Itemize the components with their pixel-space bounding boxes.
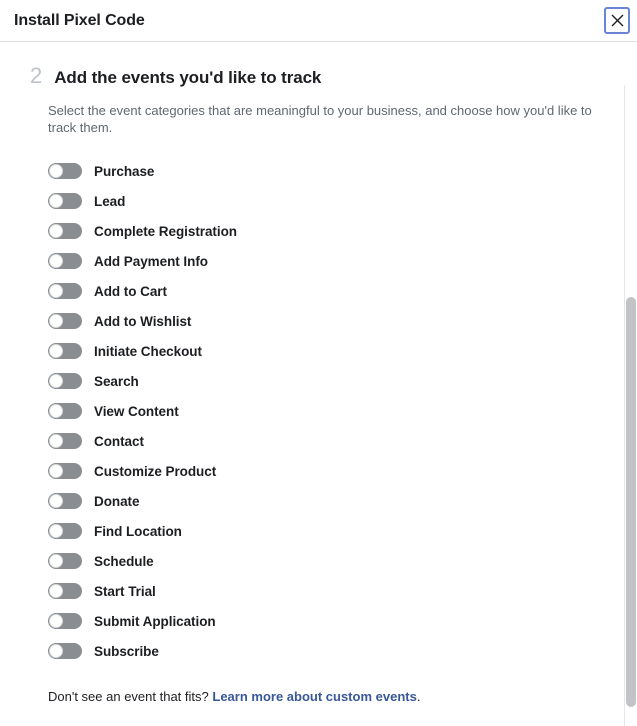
- toggle-knob: [49, 584, 63, 598]
- toggle-knob: [49, 224, 63, 238]
- event-label: Search: [94, 373, 139, 389]
- event-row[interactable]: Donate: [48, 486, 607, 516]
- event-toggle-submit-application[interactable]: [48, 613, 82, 629]
- dialog-header: Install Pixel Code: [0, 0, 637, 42]
- install-pixel-code-dialog: Install Pixel Code 2 Add the events you'…: [0, 0, 637, 726]
- event-label: Subscribe: [94, 643, 159, 659]
- learn-more-custom-events-link[interactable]: Learn more about custom events: [212, 689, 416, 704]
- event-row[interactable]: Customize Product: [48, 456, 607, 486]
- event-label: Purchase: [94, 163, 155, 179]
- event-row[interactable]: Schedule: [48, 546, 607, 576]
- event-label: Add to Wishlist: [94, 313, 192, 329]
- event-row[interactable]: Find Location: [48, 516, 607, 546]
- event-toggle-complete-registration[interactable]: [48, 223, 82, 239]
- event-row[interactable]: Subscribe: [48, 636, 607, 666]
- scrollbar-thumb[interactable]: [626, 297, 636, 707]
- event-label: Complete Registration: [94, 223, 237, 239]
- event-row[interactable]: Complete Registration: [48, 216, 607, 246]
- event-label: View Content: [94, 403, 179, 419]
- event-label: Start Trial: [94, 583, 156, 599]
- toggle-knob: [49, 344, 63, 358]
- toggle-knob: [49, 464, 63, 478]
- dialog-title: Install Pixel Code: [14, 11, 145, 29]
- event-label: Find Location: [94, 523, 182, 539]
- event-label: Lead: [94, 193, 126, 209]
- toggle-knob: [49, 614, 63, 628]
- event-row[interactable]: Add Payment Info: [48, 246, 607, 276]
- close-button[interactable]: [604, 7, 630, 34]
- step-heading: 2 Add the events you'd like to track: [30, 64, 607, 90]
- toggle-knob: [49, 314, 63, 328]
- event-row[interactable]: Start Trial: [48, 576, 607, 606]
- event-row[interactable]: Submit Application: [48, 606, 607, 636]
- event-toggle-initiate-checkout[interactable]: [48, 343, 82, 359]
- toggle-knob: [49, 554, 63, 568]
- event-toggle-add-to-wishlist[interactable]: [48, 313, 82, 329]
- event-label: Add Payment Info: [94, 253, 208, 269]
- event-toggle-contact[interactable]: [48, 433, 82, 449]
- event-toggle-lead[interactable]: [48, 193, 82, 209]
- toggle-knob: [49, 524, 63, 538]
- close-icon: [611, 14, 624, 27]
- event-row[interactable]: Add to Wishlist: [48, 306, 607, 336]
- event-row[interactable]: Initiate Checkout: [48, 336, 607, 366]
- event-toggle-purchase[interactable]: [48, 163, 82, 179]
- event-toggle-find-location[interactable]: [48, 523, 82, 539]
- toggle-knob: [49, 254, 63, 268]
- event-toggle-search[interactable]: [48, 373, 82, 389]
- event-toggle-add-to-cart[interactable]: [48, 283, 82, 299]
- event-toggle-subscribe[interactable]: [48, 643, 82, 659]
- event-label: Add to Cart: [94, 283, 167, 299]
- toggle-knob: [49, 284, 63, 298]
- custom-events-prompt: Don't see an event that fits?: [48, 689, 213, 704]
- event-toggle-list: Purchase Lead Complete Registration Add Pay…: [48, 156, 607, 666]
- scrollbar-track[interactable]: [624, 85, 637, 726]
- toggle-knob: [49, 644, 63, 658]
- event-row[interactable]: Search: [48, 366, 607, 396]
- toggle-knob: [49, 194, 63, 208]
- dialog-body: 2 Add the events you'd like to track Sel…: [0, 42, 637, 726]
- event-row[interactable]: Contact: [48, 426, 607, 456]
- event-label: Donate: [94, 493, 140, 509]
- event-label: Schedule: [94, 553, 154, 569]
- toggle-knob: [49, 494, 63, 508]
- event-toggle-schedule[interactable]: [48, 553, 82, 569]
- event-toggle-add-payment-info[interactable]: [48, 253, 82, 269]
- event-label: Initiate Checkout: [94, 343, 202, 359]
- custom-events-period: .: [416, 689, 421, 704]
- dialog-content: 2 Add the events you'd like to track Sel…: [0, 42, 637, 726]
- step-number: 2: [30, 63, 43, 88]
- event-toggle-customize-product[interactable]: [48, 463, 82, 479]
- step-description: Select the event categories that are mea…: [48, 103, 592, 135]
- toggle-knob: [49, 374, 63, 388]
- event-label: Contact: [94, 433, 144, 449]
- toggle-knob: [49, 434, 63, 448]
- custom-events-note: Don't see an event that fits? Learn more…: [48, 688, 607, 705]
- toggle-knob: [49, 164, 63, 178]
- event-toggle-donate[interactable]: [48, 493, 82, 509]
- toggle-knob: [49, 404, 63, 418]
- step-title: Add the events you'd like to track: [54, 68, 322, 87]
- event-label: Submit Application: [94, 613, 216, 629]
- event-label: Customize Product: [94, 463, 217, 479]
- event-toggle-view-content[interactable]: [48, 403, 82, 419]
- event-toggle-start-trial[interactable]: [48, 583, 82, 599]
- event-row[interactable]: View Content: [48, 396, 607, 426]
- event-row[interactable]: Lead: [48, 186, 607, 216]
- event-row[interactable]: Add to Cart: [48, 276, 607, 306]
- event-row[interactable]: Purchase: [48, 156, 607, 186]
